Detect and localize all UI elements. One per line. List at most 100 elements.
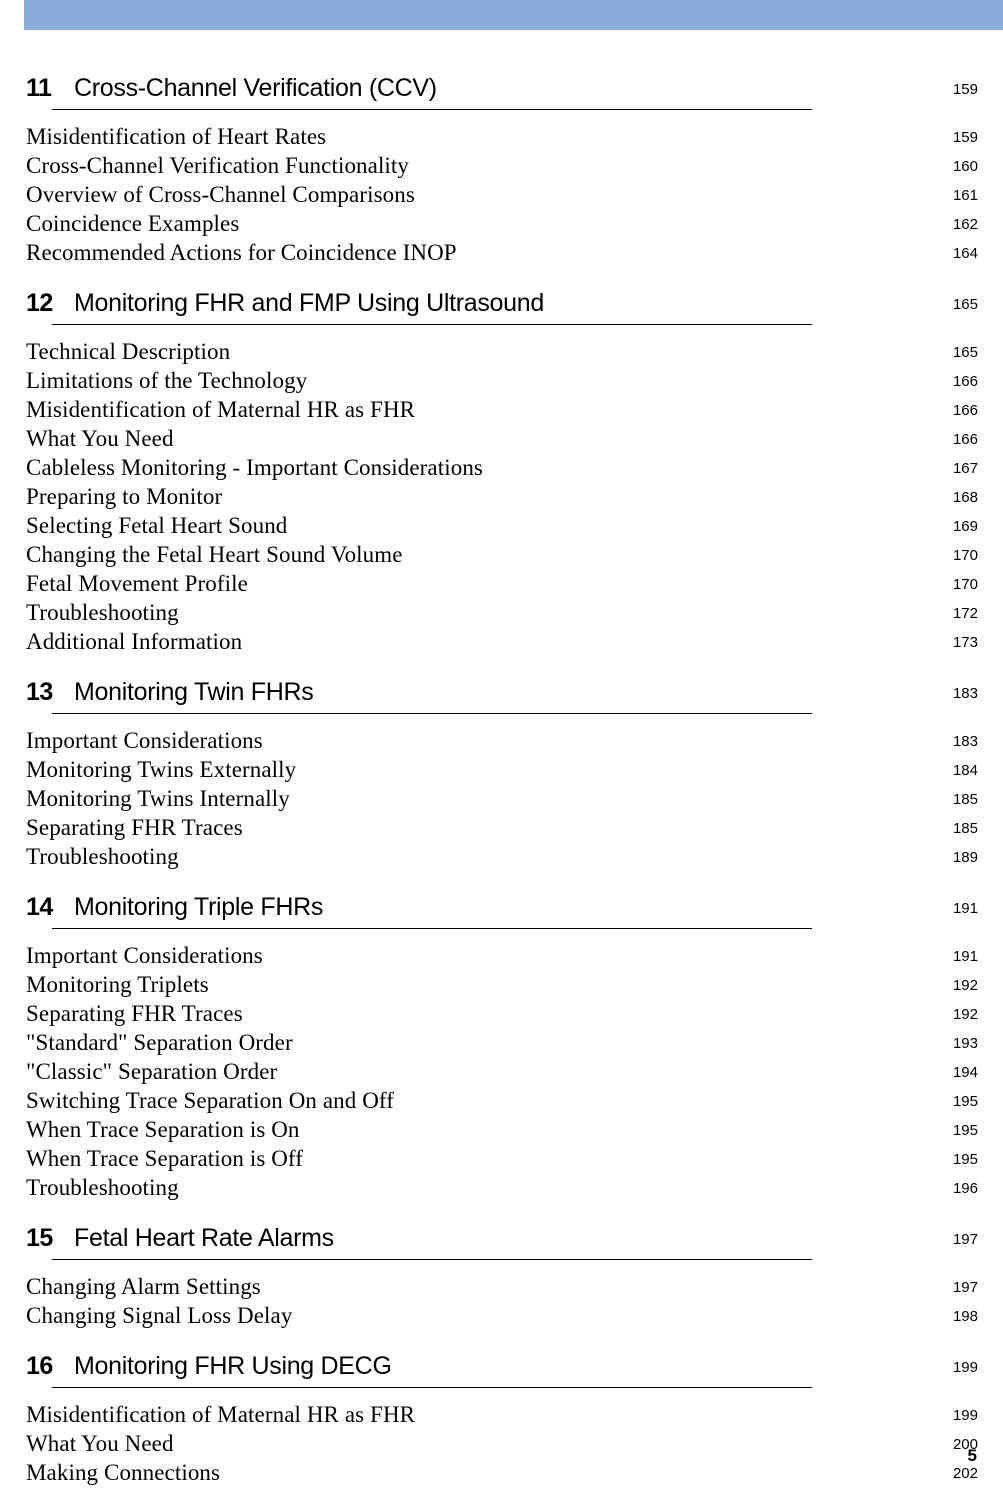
toc-entry[interactable]: Cross-Channel Verification Functionality… [26,151,978,180]
toc-chapter-title: Monitoring FHR Using DECG [74,1352,392,1380]
toc-entry[interactable]: When Trace Separation is On 195 [26,1115,978,1144]
toc-entry[interactable]: What You Need 166 [26,424,978,453]
toc-chapter-heading[interactable]: 12 Monitoring FHR and FMP Using Ultrasoun… [26,283,978,329]
toc-entry[interactable]: Making Connections 202 [26,1458,978,1487]
toc-entry-page-number: 195 [952,1093,978,1110]
toc-entry-title: Misidentification of Maternal HR as FHR [26,397,416,422]
toc-entry-title: Important Considerations [26,943,263,968]
toc-entry-title: Troubleshooting [26,844,179,869]
toc-entry[interactable]: Important Considerations 183 [26,726,978,755]
toc-chapter-title: Monitoring Twin FHRs [74,678,314,706]
toc-entry-page-number: 194 [952,1064,978,1081]
toc-entry-title: Making Connections [26,1460,221,1485]
toc-entry-page-number: 164 [952,245,978,262]
toc-entry[interactable]: Changing Alarm Settings 197 [26,1272,978,1301]
toc-entry-page-number: 195 [952,1122,978,1139]
toc-entry[interactable]: Changing the Fetal Heart Sound Volume 170 [26,540,978,569]
toc-entry-title: What You Need [26,426,174,451]
toc-chapter-page-number: 199 [952,1359,978,1376]
toc-entry[interactable]: Cableless Monitoring - Important Conside… [26,453,978,482]
toc-entry[interactable]: Selecting Fetal Heart Sound 169 [26,511,978,540]
toc-entry-title: Separating FHR Traces [26,1001,243,1026]
toc-entry[interactable]: When Trace Separation is Off 195 [26,1144,978,1173]
toc-entry-page-number: 170 [952,576,978,593]
toc-chapter-rule [52,713,812,714]
toc-entry[interactable]: Monitoring Twins Externally 184 [26,755,978,784]
toc-entry-page-number: 196 [952,1180,978,1197]
toc-chapter-heading[interactable]: 15 Fetal Heart Rate Alarms 197 [26,1218,978,1264]
toc-entry[interactable]: Switching Trace Separation On and Off 195 [26,1086,978,1115]
toc-entry[interactable]: Separating FHR Traces 192 [26,999,978,1028]
toc-chapter-rule [52,1259,812,1260]
toc-entry-title: Recommended Actions for Coincidence INOP [26,240,457,265]
toc-entry[interactable]: Changing Signal Loss Delay 198 [26,1301,978,1330]
toc-entry[interactable]: Monitoring Triplets 192 [26,970,978,999]
toc-entry[interactable]: "Classic" Separation Order 194 [26,1057,978,1086]
toc-entry-title: Misidentification of Heart Rates [26,124,327,149]
toc-entry-page-number: 165 [952,344,978,361]
toc-entry[interactable]: Monitoring Twins Internally 185 [26,784,978,813]
toc-entry[interactable]: Overview of Cross-Channel Comparisons 161 [26,180,978,209]
toc-entry[interactable]: Misidentification of Maternal HR as FHR 1… [26,1400,978,1429]
header-band-notch [0,0,24,30]
toc-entry-page-number: 184 [952,762,978,779]
toc-chapter-title: Monitoring Triple FHRs [74,893,324,921]
toc-entry-title: Troubleshooting [26,1175,179,1200]
toc-entry-title: Misidentification of Maternal HR as FHR [26,1402,416,1427]
toc-entry[interactable]: Misidentification of Maternal HR as FHR 1… [26,395,978,424]
toc-entry-page-number: 162 [952,216,978,233]
toc-chapter-heading[interactable]: 16 Monitoring FHR Using DECG 199 [26,1346,978,1392]
toc-chapter-heading[interactable]: 14 Monitoring Triple FHRs 191 [26,887,978,933]
toc-chapter-heading[interactable]: 13 Monitoring Twin FHRs 183 [26,672,978,718]
toc-chapter-number: 11 [26,74,52,102]
toc-entry[interactable]: Troubleshooting 189 [26,842,978,871]
toc-entry[interactable]: "Standard" Separation Order 193 [26,1028,978,1057]
toc-chapter-rule [52,1387,812,1388]
toc-entry-title: Additional Information [26,629,243,654]
toc-chapter-rule [52,928,812,929]
toc-entry-page-number: 159 [952,129,978,146]
toc-entry[interactable]: Important Considerations 191 [26,941,978,970]
toc-entry-title: Monitoring Twins Externally [26,757,297,782]
toc-entry[interactable]: Recommended Actions for Coincidence INOP… [26,238,978,267]
toc-entry-title: Troubleshooting [26,600,179,625]
toc-list: 11 Cross-Channel Verification (CCV) 159 Mis… [26,52,978,1487]
toc-entry-page-number: 193 [952,1035,978,1052]
toc-entry[interactable]: Preparing to Monitor 168 [26,482,978,511]
toc-entry-title: Monitoring Twins Internally [26,786,290,811]
toc-chapter-rule [52,324,812,325]
toc-entry[interactable]: Coincidence Examples 162 [26,209,978,238]
toc-entry-title: Overview of Cross-Channel Comparisons [26,182,415,207]
toc-entry[interactable]: What You Need 200 [26,1429,978,1458]
toc-entry-page-number: 166 [952,402,978,419]
toc-entry-title: What You Need [26,1431,174,1456]
toc-entry-title: When Trace Separation is Off [26,1146,304,1171]
toc-entry-page-number: 172 [952,605,978,622]
toc-chapter-number: 12 [26,289,53,317]
toc-chapter-title: Fetal Heart Rate Alarms [74,1224,334,1252]
toc-entry-page-number: 197 [952,1279,978,1296]
toc-entry[interactable]: Troubleshooting 196 [26,1173,978,1202]
page-number: 5 [967,1446,977,1465]
toc-entry-page-number: 185 [952,820,978,837]
toc-entry[interactable]: Troubleshooting 172 [26,598,978,627]
toc-entry-page-number: 170 [952,547,978,564]
toc-entry[interactable]: Additional Information 173 [26,627,978,656]
toc-entry-title: Separating FHR Traces [26,815,243,840]
toc-chapter-heading[interactable]: 11 Cross-Channel Verification (CCV) 159 [26,68,978,114]
toc-chapter-rule [52,109,812,110]
toc-entry[interactable]: Fetal Movement Profile 170 [26,569,978,598]
toc-entry[interactable]: Limitations of the Technology 166 [26,366,978,395]
toc-entry[interactable]: Technical Description 165 [26,337,978,366]
toc-chapter-page-number: 159 [952,81,978,98]
toc-entry[interactable]: Separating FHR Traces 185 [26,813,978,842]
toc-entry-title: Cross-Channel Verification Functionality [26,153,410,178]
toc-entry-title: Fetal Movement Profile [26,571,248,596]
toc-entry[interactable]: Misidentification of Heart Rates 159 [26,122,978,151]
header-band [0,0,1003,30]
toc-entry-title: Changing the Fetal Heart Sound Volume [26,542,403,567]
toc-chapter-number: 13 [26,678,53,706]
toc-chapter-title: Monitoring FHR and FMP Using Ultrasound [74,289,544,317]
toc-entry-page-number: 173 [952,634,978,651]
toc-entry-title: Cableless Monitoring - Important Conside… [26,455,483,480]
